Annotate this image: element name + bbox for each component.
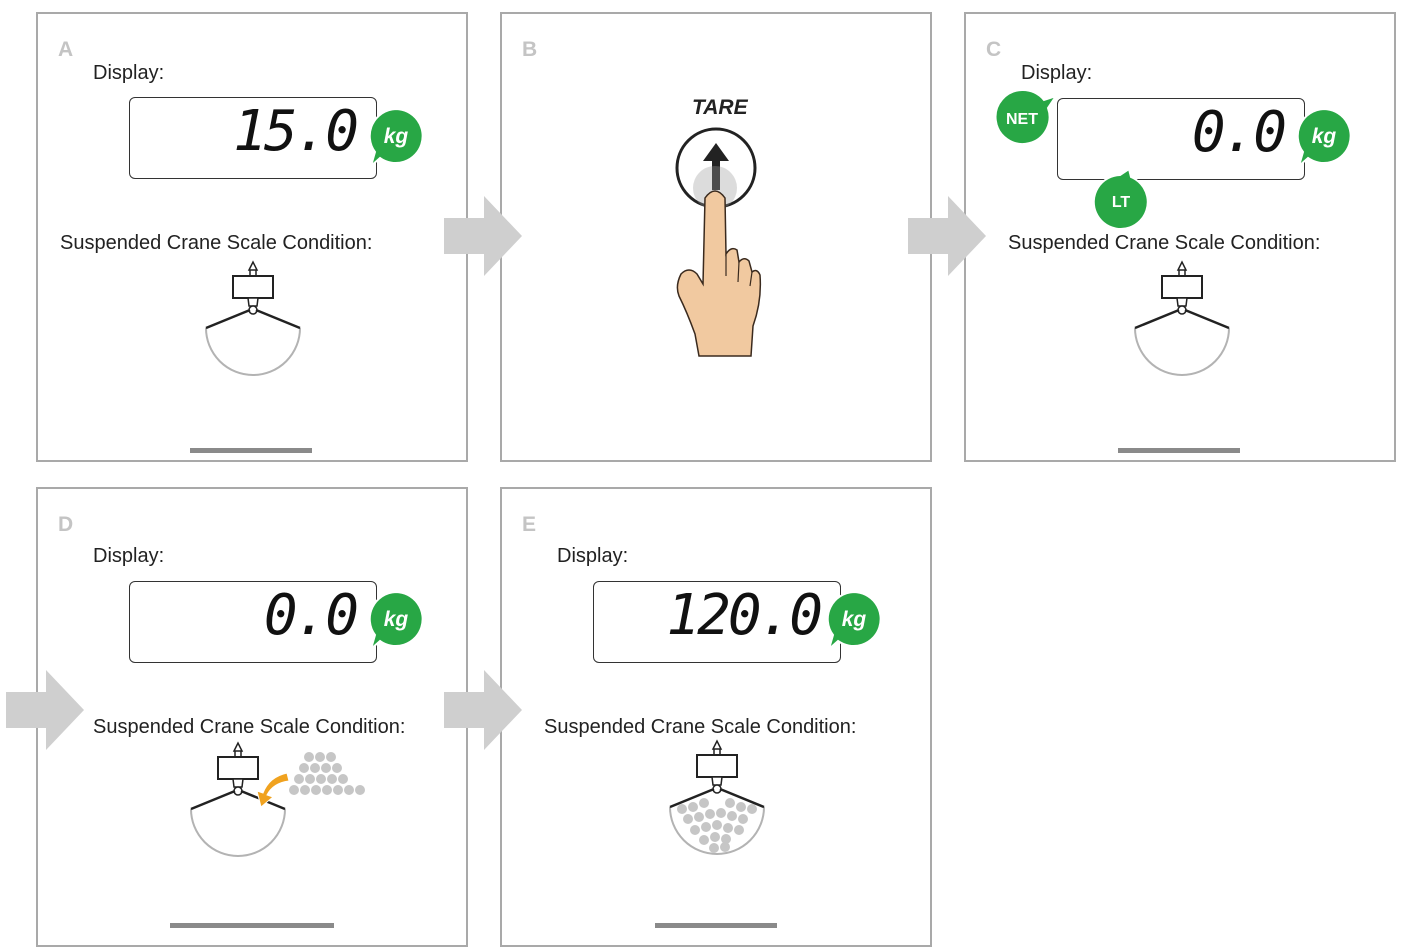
panel-a: A Display: 15.0 kg Suspended Crane Scale…	[36, 12, 468, 462]
scale-body	[232, 275, 274, 299]
display-label: Display:	[1021, 62, 1093, 84]
scale-body	[1161, 275, 1203, 299]
unit-text: kg	[384, 608, 409, 631]
lt-text: LT	[1112, 194, 1131, 211]
crane-scale-empty	[1134, 260, 1230, 376]
floor-bar	[655, 923, 777, 928]
display-reading: 120.0	[666, 583, 823, 648]
panel-c: C Display: 0.0 kg NET LT Suspended Crane…	[964, 12, 1396, 462]
tare-press-illustration	[675, 127, 762, 357]
display-reading: 0.0	[263, 583, 359, 648]
floor-bar	[190, 448, 312, 453]
flow-arrow-right-icon	[444, 670, 522, 750]
flow-arrow-right-icon	[6, 670, 84, 750]
lt-indicator-badge: LT	[1092, 167, 1149, 230]
flow-arrow-right-icon	[444, 196, 522, 276]
floor-bar	[170, 923, 334, 928]
net-indicator-badge: NET	[994, 88, 1059, 145]
unit-badge: kg	[1296, 107, 1352, 170]
flow-arrow-right-icon	[908, 196, 986, 276]
basket	[1134, 327, 1230, 376]
display-reading: 0.0	[1191, 100, 1287, 165]
lcd-display: 0.0	[129, 581, 377, 663]
panel-letter: A	[58, 38, 74, 61]
unit-badge: kg	[826, 590, 882, 653]
crane-scale-loading	[190, 741, 365, 857]
tare-label: TARE	[692, 96, 748, 119]
basket	[190, 808, 286, 857]
panel-e: E Display: 120.0 kg Suspended Crane Scal…	[500, 487, 932, 947]
panel-letter: E	[522, 513, 537, 536]
panel-letter: C	[986, 38, 1002, 61]
hook-icon	[1176, 260, 1188, 277]
display-reading: 15.0	[233, 99, 359, 164]
display-label: Display:	[557, 545, 629, 567]
display-label: Display:	[93, 545, 165, 567]
scale-body	[696, 754, 738, 778]
crane-scale-empty	[205, 260, 301, 376]
panel-d: D Display: 0.0 kg Suspended Crane Scale …	[36, 487, 468, 947]
condition-label: Suspended Crane Scale Condition:	[60, 232, 373, 254]
condition-label: Suspended Crane Scale Condition:	[93, 716, 406, 738]
unit-badge: kg	[368, 590, 424, 653]
hook-icon	[232, 741, 244, 758]
hand-icon	[676, 190, 762, 357]
curved-arrow-icon	[256, 772, 290, 808]
unit-text: kg	[1312, 125, 1337, 148]
condition-label: Suspended Crane Scale Condition:	[544, 716, 857, 738]
ball-pile	[289, 752, 365, 795]
panel-letter: B	[522, 38, 538, 61]
net-text: NET	[1006, 111, 1038, 128]
unit-text: kg	[384, 125, 409, 148]
unit-text: kg	[842, 608, 867, 631]
unit-badge: kg	[368, 107, 424, 170]
floor-bar	[1118, 448, 1240, 453]
lcd-display: 15.0	[129, 97, 377, 179]
hook-icon	[711, 739, 723, 756]
display-label: Display:	[93, 62, 165, 84]
lcd-display: 120.0	[593, 581, 841, 663]
hook-icon	[247, 260, 259, 277]
panel-letter: D	[58, 513, 74, 536]
panel-b: B TARE	[500, 12, 932, 462]
basket	[205, 327, 301, 376]
condition-label: Suspended Crane Scale Condition:	[1008, 232, 1321, 254]
crane-scale-loaded	[669, 739, 765, 855]
scale-body	[217, 756, 259, 780]
